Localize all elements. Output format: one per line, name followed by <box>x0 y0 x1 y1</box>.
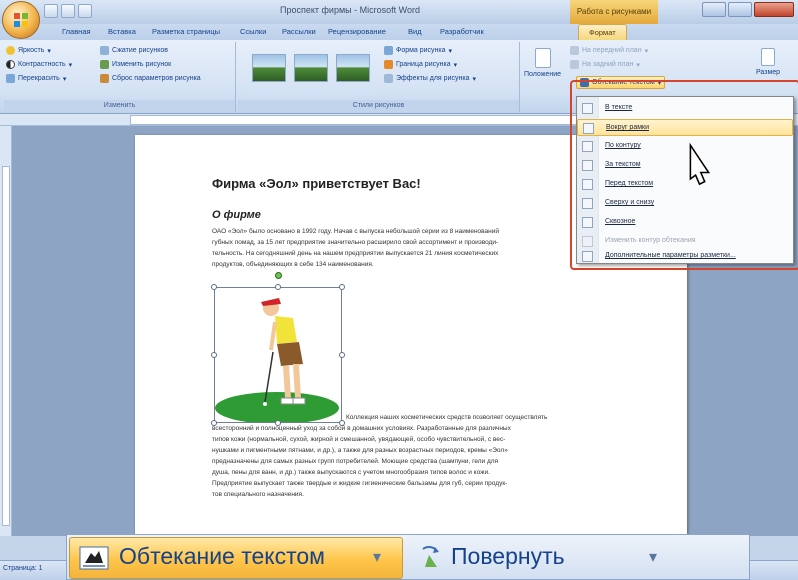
tab-review[interactable]: Рецензирование <box>328 27 386 36</box>
wrap-tight-icon <box>582 141 593 152</box>
tab-view[interactable]: Вид <box>408 27 422 36</box>
zoomed-wrap-text-label: Обтекание текстом <box>119 543 325 569</box>
resize-handle-w[interactable] <box>211 352 217 358</box>
tab-home[interactable]: Главная <box>62 27 91 36</box>
compress-button[interactable]: Сжатие рисунков <box>100 46 168 55</box>
resize-handle-n[interactable] <box>275 284 281 290</box>
position-button[interactable]: Положение <box>524 48 561 78</box>
compress-icon <box>100 46 109 55</box>
title-bar: Проспект фирмы - Microsoft Word Работа с… <box>0 0 798 24</box>
wrap-behind-icon <box>582 160 593 171</box>
size-icon <box>761 48 776 66</box>
style-thumb-2[interactable] <box>294 54 328 82</box>
tab-page-layout[interactable]: Разметка страницы <box>152 27 220 36</box>
tab-format[interactable]: Формат <box>578 24 627 40</box>
contrast-button[interactable]: Контрастность ▾ <box>6 60 72 69</box>
vertical-ruler[interactable] <box>2 166 10 526</box>
menu-item-more-layout[interactable]: Дополнительные параметры разметки... <box>577 248 793 265</box>
group-styles-label: Стили рисунков <box>238 100 519 111</box>
brightness-button[interactable]: Яркость ▾ <box>6 46 51 55</box>
save-icon[interactable] <box>44 4 58 18</box>
doc-subheading: О фирме <box>212 209 261 221</box>
picture-icon <box>100 60 109 69</box>
shape-icon <box>384 46 393 55</box>
doc-paragraph-2: всесторонний и полноценный уход за собой… <box>212 425 511 498</box>
layout-options-icon <box>582 251 593 262</box>
resize-handle-nw[interactable] <box>211 284 217 290</box>
sun-icon <box>6 46 15 55</box>
position-icon <box>534 48 551 68</box>
wrap-square-icon <box>583 123 594 134</box>
rotate-handle[interactable] <box>275 272 282 279</box>
tab-developer[interactable]: Разработчик <box>440 27 484 36</box>
picture-effects-button[interactable]: Эффекты для рисунка ▾ <box>384 74 476 83</box>
quick-access-toolbar <box>44 4 92 19</box>
wrap-text-dog-icon <box>79 546 109 570</box>
page-indicator: Страница: 1 <box>3 565 43 572</box>
group-picture-styles: Форма рисунка ▾ Граница рисунка ▾ Эффект… <box>238 42 520 112</box>
tab-mailings[interactable]: Рассылки <box>282 27 316 36</box>
maximize-button[interactable] <box>728 2 752 17</box>
send-back-button[interactable]: На задний план ▾ <box>570 60 640 69</box>
vertical-ruler-bar <box>0 126 12 536</box>
group-adjust: Яркость ▾ Контрастность ▾ Перекрасить ▾ … <box>4 42 236 112</box>
edit-wrap-points-icon <box>582 236 593 247</box>
ribbon-tabs: Главная Вставка Разметка страницы Ссылки… <box>0 24 798 40</box>
golfer-illustration <box>215 298 339 424</box>
office-logo-icon <box>14 13 28 27</box>
menu-item-inline[interactable]: В тексте <box>577 100 793 117</box>
zoom-callout: Обтекание текстом ▾ Повернуть ▾ <box>66 534 750 580</box>
send-back-icon <box>570 60 579 69</box>
doc-paragraph-2-first: Коллекция наших косметических средств по… <box>346 414 548 421</box>
wrap-front-icon <box>582 179 593 190</box>
doc-heading: Фирма «Эол» приветствует Вас! <box>212 176 421 191</box>
wrap-inline-icon <box>582 103 593 114</box>
resize-handle-e[interactable] <box>339 352 345 358</box>
undo-icon[interactable] <box>61 4 75 18</box>
change-picture-button[interactable]: Изменить рисунок <box>100 60 171 69</box>
horizontal-ruler[interactable] <box>130 115 590 125</box>
recolor-icon <box>6 74 15 83</box>
menu-item-square[interactable]: Вокруг рамки <box>577 119 793 136</box>
resize-handle-ne[interactable] <box>339 284 345 290</box>
menu-item-top-bottom[interactable]: Сверху и снизу <box>577 195 793 212</box>
wrap-through-icon <box>582 217 593 228</box>
tab-references[interactable]: Ссылки <box>240 27 266 36</box>
effects-icon <box>384 74 393 83</box>
border-icon <box>384 60 393 69</box>
rotate-icon <box>422 546 439 567</box>
tab-insert[interactable]: Вставка <box>108 27 136 36</box>
group-adjust-label: Изменить <box>4 100 235 111</box>
chevron-down-icon: ▾ <box>373 549 382 566</box>
reset-picture-button[interactable]: Сброс параметров рисунка <box>100 74 201 83</box>
style-thumb-3[interactable] <box>336 54 370 82</box>
wrap-top-bottom-icon <box>582 198 593 209</box>
window-title: Проспект фирмы - Microsoft Word <box>280 5 420 15</box>
recolor-button[interactable]: Перекрасить ▾ <box>6 74 66 83</box>
golfer-picture[interactable] <box>214 287 342 424</box>
chevron-down-icon-2: ▾ <box>649 549 658 566</box>
size-button[interactable]: Размер <box>756 48 780 76</box>
picture-border-button[interactable]: Граница рисунка ▾ <box>384 60 457 69</box>
reset-icon <box>100 74 109 83</box>
office-button[interactable] <box>2 1 40 39</box>
mouse-cursor-icon <box>689 142 711 186</box>
contrast-icon <box>6 60 15 69</box>
zoomed-rotate-label: Повернуть <box>451 543 565 569</box>
bring-front-button[interactable]: На передний план ▾ <box>570 46 648 55</box>
redo-icon[interactable] <box>78 4 92 18</box>
bring-front-icon <box>570 46 579 55</box>
doc-paragraph-1: ОАО «Эол» было основано в 1992 году. Нач… <box>212 228 500 268</box>
style-thumb-1[interactable] <box>252 54 286 82</box>
close-button[interactable] <box>754 2 794 17</box>
context-tab-title: Работа с рисунками <box>570 0 658 24</box>
minimize-button[interactable] <box>702 2 726 17</box>
picture-shape-button[interactable]: Форма рисунка ▾ <box>384 46 452 55</box>
window-controls <box>702 2 794 17</box>
menu-item-through[interactable]: Сквозное <box>577 214 793 231</box>
